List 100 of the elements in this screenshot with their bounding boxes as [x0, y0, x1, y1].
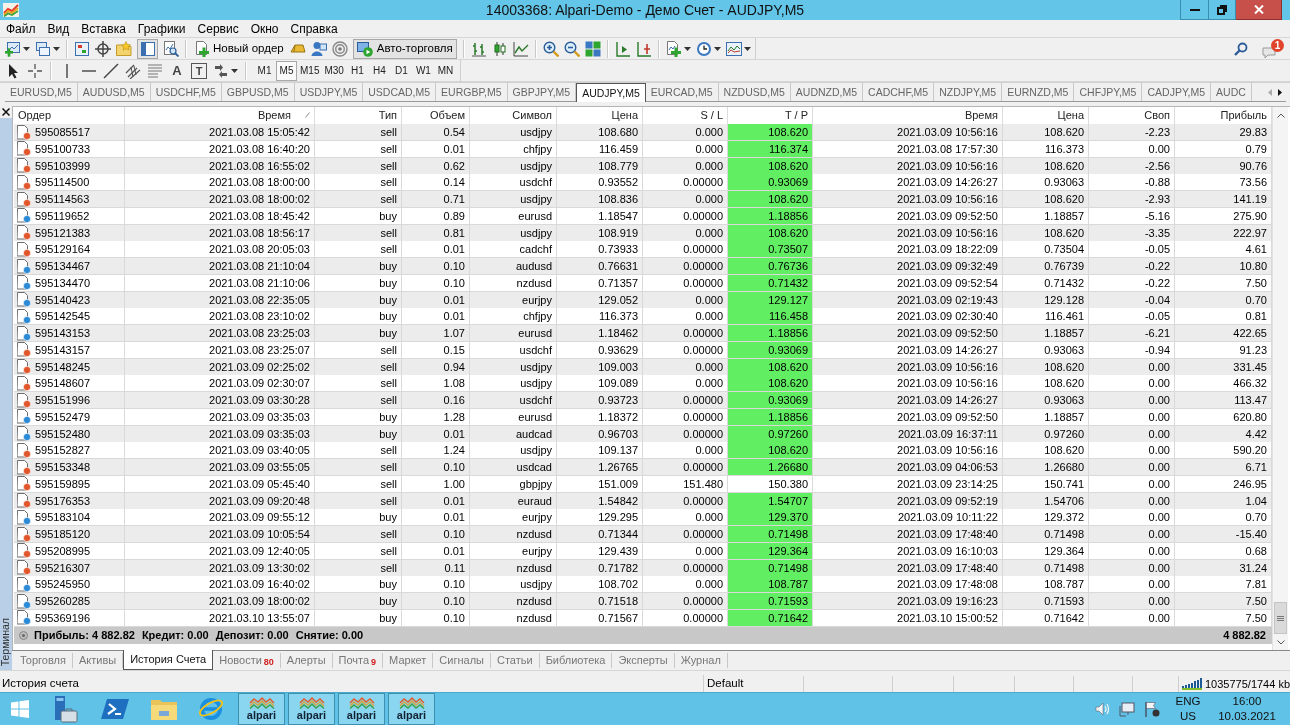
- chart-tab[interactable]: USDCHF,M5: [150, 83, 222, 101]
- panel-tab[interactable]: Статьи: [491, 653, 540, 668]
- zoom-out-icon[interactable]: [563, 40, 580, 57]
- scroll-down-icon[interactable]: [1276, 639, 1285, 645]
- chart-tab[interactable]: CHFJPY,M5: [1074, 83, 1143, 101]
- candlestick-icon[interactable]: [491, 40, 508, 57]
- terminal-toggle-button[interactable]: [137, 38, 158, 59]
- chart-tab[interactable]: USDJPY,M5: [294, 83, 364, 101]
- chart-add-icon[interactable]: [5, 40, 21, 57]
- chart-tab[interactable]: CADCHF,M5: [863, 83, 935, 101]
- chart-tab[interactable]: NZDJPY,M5: [934, 83, 1003, 101]
- concentric-circles-icon[interactable]: [331, 40, 348, 57]
- panel-tab[interactable]: Алерты: [280, 653, 333, 668]
- line-chart-icon[interactable]: [512, 40, 529, 57]
- speaker-icon[interactable]: [1095, 702, 1110, 716]
- scrollbar[interactable]: [1272, 107, 1288, 650]
- timeframe-button[interactable]: M5: [276, 60, 297, 81]
- scroll-up-icon[interactable]: [1276, 112, 1285, 118]
- timeframe-button[interactable]: M15: [298, 60, 322, 81]
- order-number: 595114500: [35, 175, 90, 190]
- caret-icon[interactable]: [23, 46, 30, 51]
- menu-item[interactable]: Вставка: [75, 19, 132, 38]
- menu-item[interactable]: Сервис: [191, 19, 245, 38]
- trend-line-icon[interactable]: [103, 62, 119, 79]
- crosshair-icon[interactable]: [27, 62, 43, 79]
- close-icon[interactable]: [2, 107, 10, 116]
- timeframe-button[interactable]: MN: [434, 60, 456, 81]
- server-toolbox-icon[interactable]: [52, 695, 78, 723]
- timeframe-button[interactable]: M30: [322, 60, 346, 81]
- scroll-right-icon[interactable]: [1278, 88, 1282, 96]
- scrollbar-thumb[interactable]: [1274, 602, 1287, 634]
- taskbar-button[interactable]: alpari: [338, 693, 385, 725]
- stacked-windows-icon[interactable]: [35, 40, 51, 57]
- flag-icon[interactable]: [1144, 701, 1160, 717]
- caret-icon[interactable]: [713, 46, 721, 51]
- chart-window-icon[interactable]: [725, 40, 742, 57]
- menu-item[interactable]: Графики: [131, 19, 192, 38]
- panel-tab[interactable]: Сигналы: [433, 653, 491, 668]
- caret-icon[interactable]: [743, 46, 751, 51]
- chart-tab[interactable]: CADJPY,M5: [1142, 83, 1212, 101]
- auto-scroll-icon[interactable]: [614, 40, 631, 57]
- chart-tab[interactable]: EURGBP,M5: [436, 83, 508, 101]
- clock-icon[interactable]: [695, 40, 712, 57]
- taskbar-button[interactable]: alpari: [238, 693, 285, 725]
- panel-tab[interactable]: Журнал: [674, 653, 728, 668]
- clock[interactable]: 16:00 10.03.2021: [1208, 694, 1286, 724]
- panel-tab[interactable]: Библиотека: [539, 653, 613, 668]
- chart-tab[interactable]: NZDUSD,M5: [718, 83, 791, 101]
- panel-tab[interactable]: История Счета: [123, 650, 214, 670]
- terminal-prompt-icon[interactable]: [101, 698, 129, 720]
- text-label-button[interactable]: T: [191, 62, 207, 79]
- chart-tab[interactable]: GBPUSD,M5: [221, 83, 295, 101]
- table-cell: -0.94: [1089, 341, 1175, 359]
- auto-trading-button[interactable]: Авто-торговля: [352, 38, 457, 59]
- star-folder-icon[interactable]: [116, 40, 132, 57]
- menu-item[interactable]: Файл: [0, 19, 42, 38]
- person-icon[interactable]: [310, 40, 327, 57]
- caret-icon[interactable]: [683, 46, 691, 51]
- ring-icon[interactable]: [19, 630, 28, 640]
- crosshair-circle-icon[interactable]: [95, 40, 111, 57]
- timeframe-button[interactable]: W1: [412, 60, 434, 81]
- chart-tab[interactable]: AUDNZD,M5: [790, 83, 864, 101]
- magnifier-page-icon[interactable]: [163, 40, 179, 57]
- chart-tab[interactable]: USDCAD,M5: [363, 83, 437, 101]
- menu-item[interactable]: Окно: [244, 19, 285, 38]
- timeframe-button[interactable]: M1: [254, 60, 275, 81]
- taskbar-button[interactable]: alpari: [288, 693, 335, 725]
- panel-tab[interactable]: Торговля: [14, 653, 73, 668]
- chart-shift-icon[interactable]: [635, 40, 652, 57]
- squares-window-icon[interactable]: [74, 40, 90, 57]
- menu-item[interactable]: Справка: [284, 19, 344, 38]
- zoom-in-icon[interactable]: [542, 40, 559, 57]
- close-button[interactable]: [1236, 0, 1282, 20]
- panel-tab[interactable]: Маркет: [383, 653, 434, 668]
- network-icon[interactable]: [1119, 701, 1135, 717]
- menu-item[interactable]: Вид: [41, 19, 76, 38]
- chart-tab[interactable]: AUDC: [1211, 83, 1252, 101]
- fibonacci-channel-icon[interactable]: [125, 62, 141, 79]
- new-order-button[interactable]: Новый ордер: [193, 38, 285, 59]
- text-tool-button[interactable]: A: [169, 61, 185, 80]
- arrows-icon[interactable]: [213, 62, 229, 79]
- search-icon[interactable]: [1234, 41, 1248, 56]
- chart-tab[interactable]: EURCAD,M5: [645, 83, 719, 101]
- document-add-icon[interactable]: [665, 40, 682, 57]
- chart-tab[interactable]: AUDUSD,M5: [77, 83, 151, 101]
- caret-icon[interactable]: [231, 68, 238, 73]
- taskbar-button[interactable]: alpari: [388, 693, 435, 725]
- ohlc-bars-icon[interactable]: [470, 40, 487, 57]
- chart-tab[interactable]: AUDJPY,M5: [576, 83, 646, 102]
- chat-icon[interactable]: [1262, 46, 1276, 59]
- panel-tab[interactable]: Эксперты: [612, 653, 675, 668]
- language-indicator[interactable]: ENG US: [1168, 694, 1208, 724]
- caret-icon[interactable]: [53, 46, 60, 51]
- tile-windows-icon[interactable]: [584, 40, 601, 57]
- timeframe-button[interactable]: D1: [390, 60, 412, 81]
- chart-tab[interactable]: EURUSD,M5: [5, 83, 78, 101]
- timeframe-button[interactable]: H1: [346, 60, 368, 81]
- timeframe-button[interactable]: H4: [368, 60, 390, 81]
- chart-tab[interactable]: EURNZD,M5: [1002, 83, 1075, 101]
- table-cell: 0.93069: [728, 174, 813, 192]
